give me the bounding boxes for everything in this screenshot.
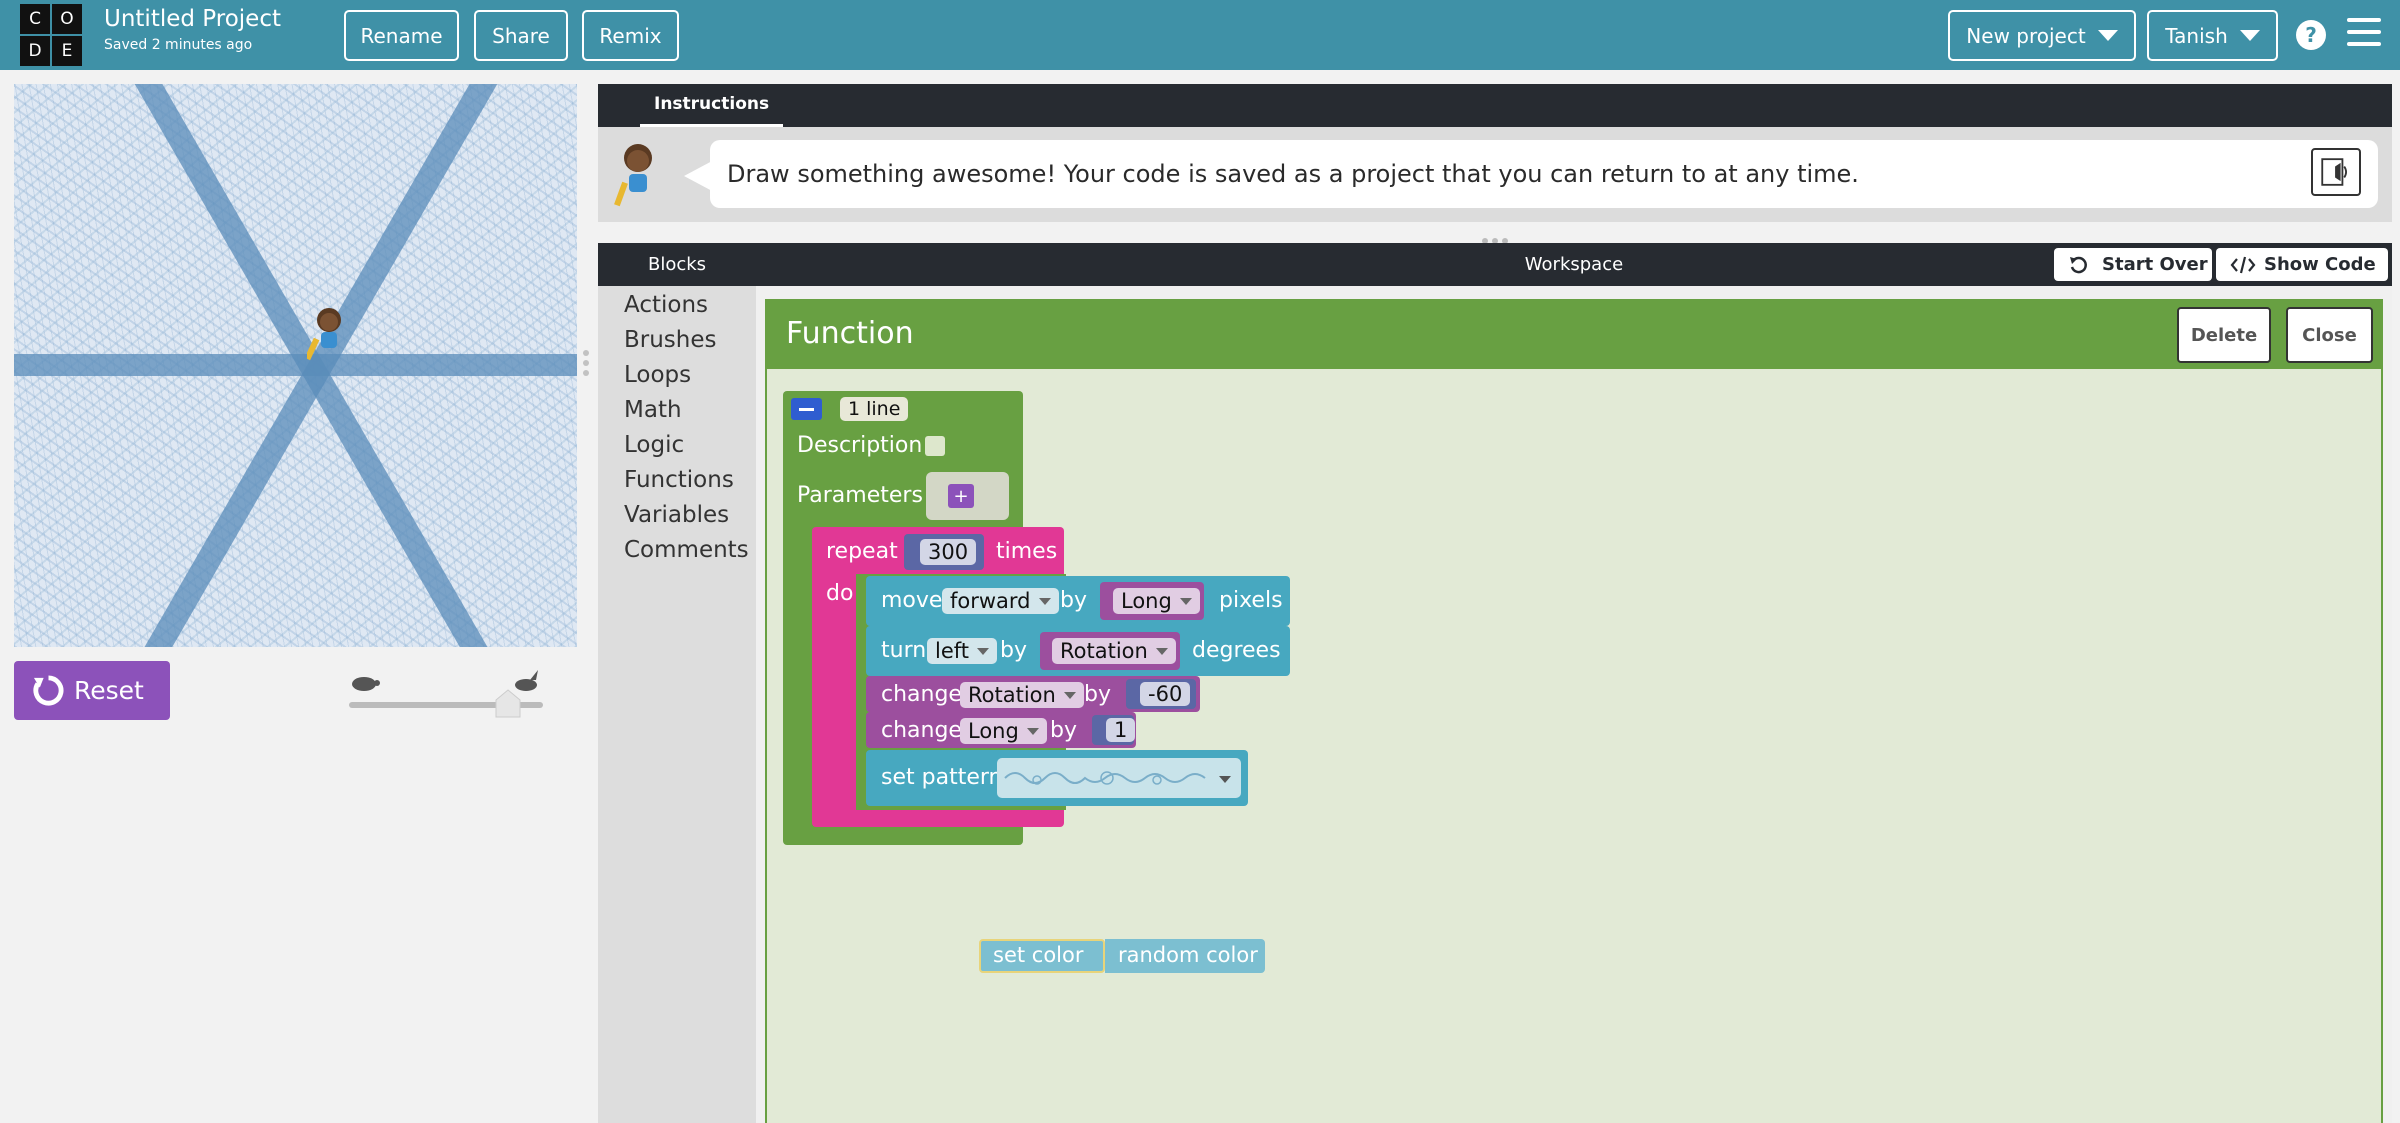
change-rotation-variable-dropdown[interactable]: Rotation — [960, 682, 1084, 708]
turn-by-label: by — [1000, 638, 1027, 663]
speed-slider[interactable] — [346, 670, 546, 720]
user-menu-dropdown[interactable]: Tanish — [2147, 10, 2278, 61]
parameters-label: Parameters — [797, 483, 923, 508]
minus-icon — [799, 408, 814, 411]
change-by-label: by — [1050, 718, 1077, 743]
share-button[interactable]: Share — [474, 10, 568, 61]
random-color-label: random color — [1118, 943, 1258, 967]
function-editor-title: Function — [786, 316, 914, 351]
logo-letter: C — [20, 4, 50, 34]
saved-status: Saved 2 minutes ago — [104, 37, 253, 53]
remix-label: Remix — [599, 23, 662, 48]
new-project-label: New project — [1966, 23, 2086, 48]
tab-instructions[interactable]: Instructions — [640, 84, 784, 127]
hamburger-menu-icon[interactable] — [2347, 18, 2381, 48]
rotation-delta-input[interactable]: -60 — [1140, 682, 1191, 706]
panel-resize-handle[interactable] — [583, 350, 591, 380]
toolbox-category-functions[interactable]: Functions — [624, 467, 734, 493]
code-icon — [2230, 256, 2256, 274]
toolbox-category-variables[interactable]: Variables — [624, 502, 729, 528]
set-pattern-label: set pattern — [881, 765, 1003, 790]
rename-button[interactable]: Rename — [344, 10, 459, 61]
artist-character-icon — [307, 308, 341, 361]
blocks-header: Blocks — [598, 243, 756, 286]
user-name: Tanish — [2165, 23, 2228, 48]
instructions-header — [598, 84, 2392, 127]
reset-button[interactable]: Reset — [14, 661, 170, 720]
reset-icon — [33, 675, 64, 706]
repeat-label: repeat — [826, 539, 898, 564]
long-variable-dropdown[interactable]: Long — [1113, 588, 1200, 614]
toolbox-category-comments[interactable]: Comments — [624, 537, 749, 563]
pattern-swirl-icon — [1004, 771, 1231, 785]
toolbox-category-actions[interactable]: Actions — [624, 292, 708, 318]
change-label: change — [881, 718, 962, 743]
long-delta-input[interactable]: 1 — [1106, 718, 1136, 742]
logo-letter: E — [52, 36, 82, 66]
set-color-label: set color — [993, 943, 1084, 967]
change-long-variable-dropdown[interactable]: Long — [960, 718, 1047, 744]
start-over-label: Start Over — [2102, 254, 2208, 275]
share-label: Share — [492, 23, 550, 48]
repeat-count-input[interactable]: 300 — [920, 539, 977, 565]
function-editor-header — [765, 299, 2383, 369]
drawing-canvas — [14, 84, 577, 647]
code-org-logo[interactable]: C O D E — [20, 4, 82, 66]
new-project-dropdown[interactable]: New project — [1948, 10, 2136, 61]
pattern-dropdown[interactable] — [997, 758, 1241, 798]
add-parameter-button[interactable]: + — [948, 484, 974, 508]
instructions-resize-handle[interactable] — [1482, 229, 1512, 244]
change-by-label: by — [1084, 682, 1111, 707]
function-name-field[interactable]: 1 line — [840, 397, 909, 421]
toolbox-category-logic[interactable]: Logic — [624, 432, 684, 458]
rabbit-icon — [515, 670, 538, 691]
chevron-down-icon — [2239, 30, 2260, 41]
close-function-button[interactable]: Close — [2286, 307, 2373, 363]
logo-letter: D — [20, 36, 50, 66]
text-to-speech-icon[interactable] — [2311, 148, 2361, 196]
undo-icon — [2070, 256, 2087, 274]
rotation-variable-dropdown[interactable]: Rotation — [1052, 638, 1176, 664]
delete-function-button[interactable]: Delete — [2177, 307, 2271, 363]
turn-label: turn — [881, 638, 927, 663]
times-label: times — [996, 539, 1058, 564]
instruction-text: Draw something awesome! Your code is sav… — [710, 140, 2378, 208]
move-label: move — [881, 588, 943, 613]
rename-label: Rename — [360, 23, 443, 48]
remix-button[interactable]: Remix — [582, 10, 679, 61]
move-direction-dropdown[interactable]: forward — [942, 588, 1059, 614]
show-code-label: Show Code — [2264, 254, 2376, 275]
move-by-label: by — [1060, 588, 1087, 613]
chevron-down-icon — [2097, 30, 2118, 41]
project-title: Untitled Project — [104, 6, 281, 32]
degrees-label: degrees — [1192, 638, 1281, 663]
reset-label: Reset — [74, 676, 144, 705]
artist-avatar-icon — [614, 144, 652, 207]
instruction-label: Draw something awesome! Your code is sav… — [727, 160, 1859, 188]
description-label: Description — [797, 433, 923, 458]
do-label: do — [826, 581, 854, 606]
change-label: change — [881, 682, 962, 707]
help-icon[interactable]: ? — [2296, 20, 2326, 50]
logo-letter: O — [52, 4, 82, 34]
top-header: C O D E Untitled Project Saved 2 minutes… — [0, 0, 2400, 70]
collapse-toggle-button[interactable] — [791, 398, 822, 420]
toolbox-category-loops[interactable]: Loops — [624, 362, 691, 388]
turtle-icon — [352, 677, 380, 691]
turn-direction-dropdown[interactable]: left — [927, 638, 998, 664]
show-code-button[interactable]: Show Code — [2216, 248, 2388, 281]
toolbox-category-brushes[interactable]: Brushes — [624, 327, 717, 353]
start-over-button[interactable]: Start Over — [2054, 248, 2212, 281]
pixels-label: pixels — [1219, 588, 1283, 613]
toolbox-category-math[interactable]: Math — [624, 397, 682, 423]
description-input[interactable] — [925, 436, 945, 456]
